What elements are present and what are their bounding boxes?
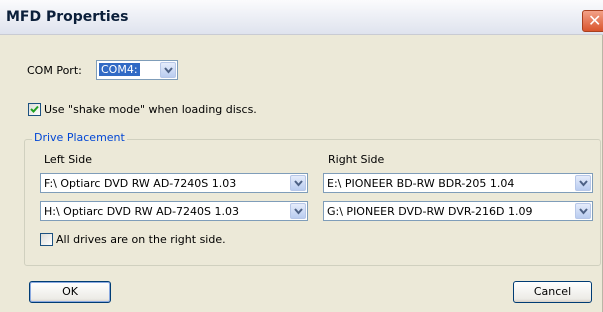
com-port-value: COM4:: [99, 63, 140, 76]
com-port-select[interactable]: COM4:: [96, 60, 178, 80]
mfd-properties-dialog: MFD Properties ✕ COM Port: COM4: Use "sh…: [0, 0, 603, 312]
cancel-button[interactable]: Cancel: [513, 281, 592, 303]
left-drive-select-1[interactable]: F:\ Optiarc DVD RW AD-7240S 1.03: [40, 173, 308, 193]
all-right-label: All drives are on the right side.: [56, 233, 226, 246]
chevron-down-icon[interactable]: [160, 62, 176, 78]
left-side-label: Left Side: [44, 153, 92, 166]
shake-mode-label: Use "shake mode" when loading discs.: [44, 103, 257, 116]
title-bar: MFD Properties ✕: [0, 0, 603, 35]
left-drive-value-1: F:\ Optiarc DVD RW AD-7240S 1.03: [44, 177, 237, 190]
all-right-checkbox[interactable]: [40, 233, 53, 246]
window-title: MFD Properties: [6, 9, 129, 25]
right-drive-value-2: G:\ PIONEER DVD-RW DVR-216D 1.09: [327, 205, 533, 218]
shake-mode-checkbox[interactable]: [28, 103, 41, 116]
left-drive-value-2: H:\ Optiarc DVD RW AD-7240S 1.03: [44, 205, 240, 218]
chevron-down-icon[interactable]: [290, 175, 306, 191]
com-port-label: COM Port:: [27, 64, 82, 77]
ok-button[interactable]: OK: [29, 281, 111, 303]
chevron-down-icon[interactable]: [575, 175, 591, 191]
checkmark-icon: [30, 105, 39, 113]
close-icon: ✕: [588, 11, 602, 30]
right-drive-select-2[interactable]: G:\ PIONEER DVD-RW DVR-216D 1.09: [323, 201, 593, 221]
right-drive-value-1: E:\ PIONEER BD-RW BDR-205 1.04: [327, 177, 515, 190]
chevron-down-icon[interactable]: [290, 203, 306, 219]
right-side-label: Right Side: [328, 153, 385, 166]
right-drive-select-1[interactable]: E:\ PIONEER BD-RW BDR-205 1.04: [323, 173, 593, 193]
close-button[interactable]: ✕: [582, 10, 603, 32]
left-drive-select-2[interactable]: H:\ Optiarc DVD RW AD-7240S 1.03: [40, 201, 308, 221]
drive-placement-title: Drive Placement: [32, 131, 127, 144]
chevron-down-icon[interactable]: [575, 203, 591, 219]
